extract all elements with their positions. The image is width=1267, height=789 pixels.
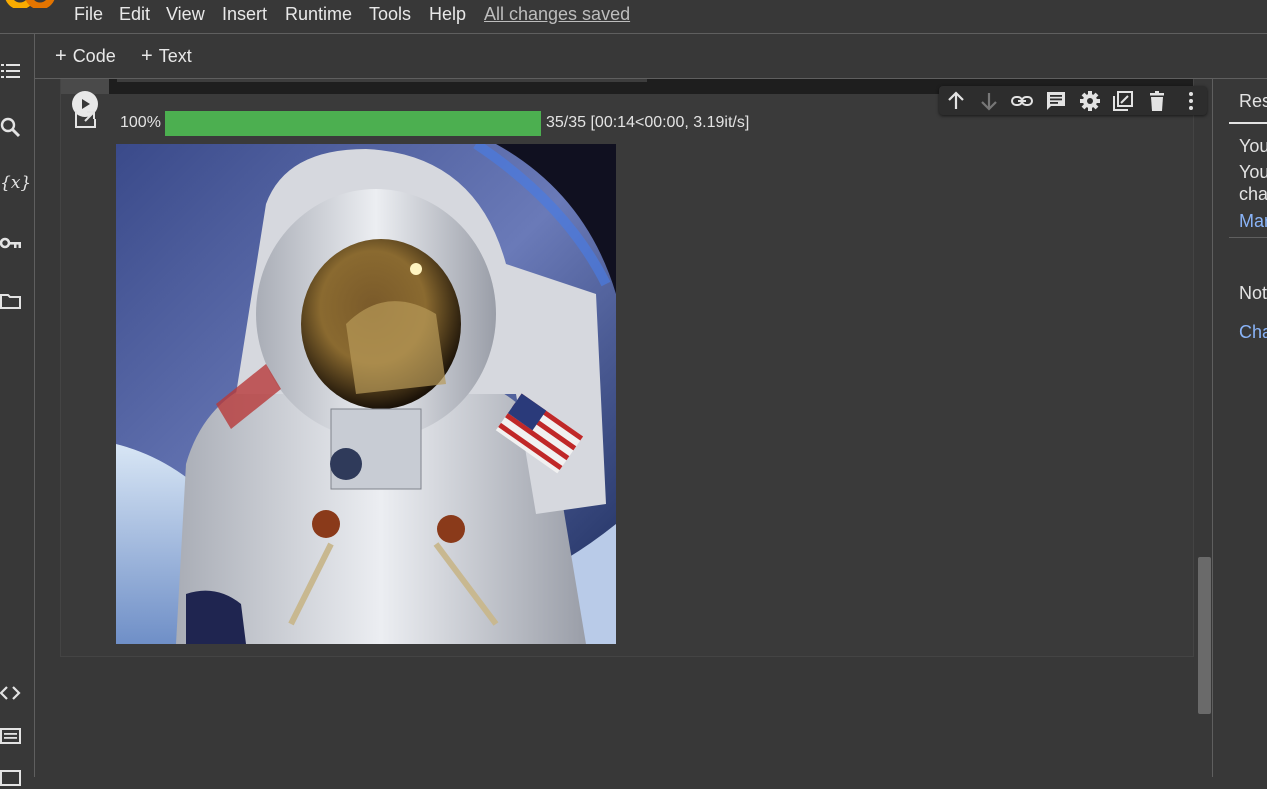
astronaut-image[interactable] <box>116 144 616 644</box>
panel-text-line-1: You <box>1239 136 1267 156</box>
tab-active-indicator <box>1229 122 1267 124</box>
colab-logo[interactable] <box>4 0 56 8</box>
menu-tools[interactable]: Tools <box>369 2 411 26</box>
command-palette-icon[interactable] <box>0 725 22 747</box>
progress-bar <box>165 111 541 136</box>
settings-icon[interactable] <box>1079 90 1101 112</box>
panel-tab-label[interactable]: Res <box>1239 91 1267 112</box>
variables-icon[interactable]: {x} <box>0 173 31 195</box>
plus-icon: + <box>141 45 153 67</box>
left-rail: {x} <box>0 34 35 786</box>
right-side-panel: Res You You cha Mar Not Cha <box>1213 79 1267 777</box>
panel-divider <box>1229 237 1267 238</box>
code-cell[interactable]: 100% 35/35 [00:14<00:00, 3.19it/s] <box>60 79 1207 657</box>
plus-icon: + <box>55 45 67 67</box>
move-down-icon[interactable] <box>978 90 1000 112</box>
add-text-button[interactable]: + Text <box>141 44 192 68</box>
table-of-contents-icon[interactable] <box>0 60 22 82</box>
notebook-scrollbar[interactable] <box>1198 557 1211 714</box>
menu-bar: File Edit View Insert Runtime Tools Help… <box>0 0 1267 34</box>
progress-status-text: 35/35 [00:14<00:00, 3.19it/s] <box>546 114 750 131</box>
save-status-link[interactable]: All changes saved <box>484 2 630 26</box>
mirror-cell-icon[interactable] <box>1112 90 1134 112</box>
add-code-label: Code <box>72 46 116 66</box>
add-code-button[interactable]: + Code <box>55 44 116 68</box>
progress-percent: 100% <box>120 114 161 131</box>
menu-file[interactable]: File <box>74 2 103 26</box>
notebook-toolbar: + Code + Text <box>35 34 1267 79</box>
code-line <box>117 79 647 82</box>
progress-bar-fill <box>165 111 541 136</box>
menu-edit[interactable]: Edit <box>119 2 150 26</box>
add-text-label: Text <box>158 46 192 66</box>
more-icon[interactable] <box>1180 90 1202 112</box>
move-up-icon[interactable] <box>945 90 967 112</box>
menu-view[interactable]: View <box>166 2 205 26</box>
files-folder-icon[interactable] <box>0 290 22 312</box>
notebook-area: 100% 35/35 [00:14<00:00, 3.19it/s] <box>35 79 1213 777</box>
panel-link-2[interactable]: Cha <box>1239 322 1267 343</box>
menu-help[interactable]: Help <box>429 2 466 26</box>
code-snippets-icon[interactable] <box>0 682 22 704</box>
panel-link-1[interactable]: Mar <box>1239 211 1267 232</box>
delete-icon[interactable] <box>1146 90 1168 112</box>
terminal-icon[interactable] <box>0 767 22 789</box>
secrets-key-icon[interactable] <box>0 232 22 254</box>
panel-text-line-3: cha <box>1239 184 1267 204</box>
link-icon[interactable] <box>1011 90 1033 112</box>
output-actions-icon[interactable] <box>73 109 97 129</box>
cell-toolbar <box>939 86 1207 115</box>
menu-runtime[interactable]: Runtime <box>285 2 352 26</box>
comment-icon[interactable] <box>1045 90 1067 112</box>
panel-text-line-4: Not <box>1239 283 1267 303</box>
search-icon[interactable] <box>0 116 22 138</box>
panel-text-line-2: You <box>1239 162 1267 182</box>
menu-insert[interactable]: Insert <box>222 2 267 26</box>
